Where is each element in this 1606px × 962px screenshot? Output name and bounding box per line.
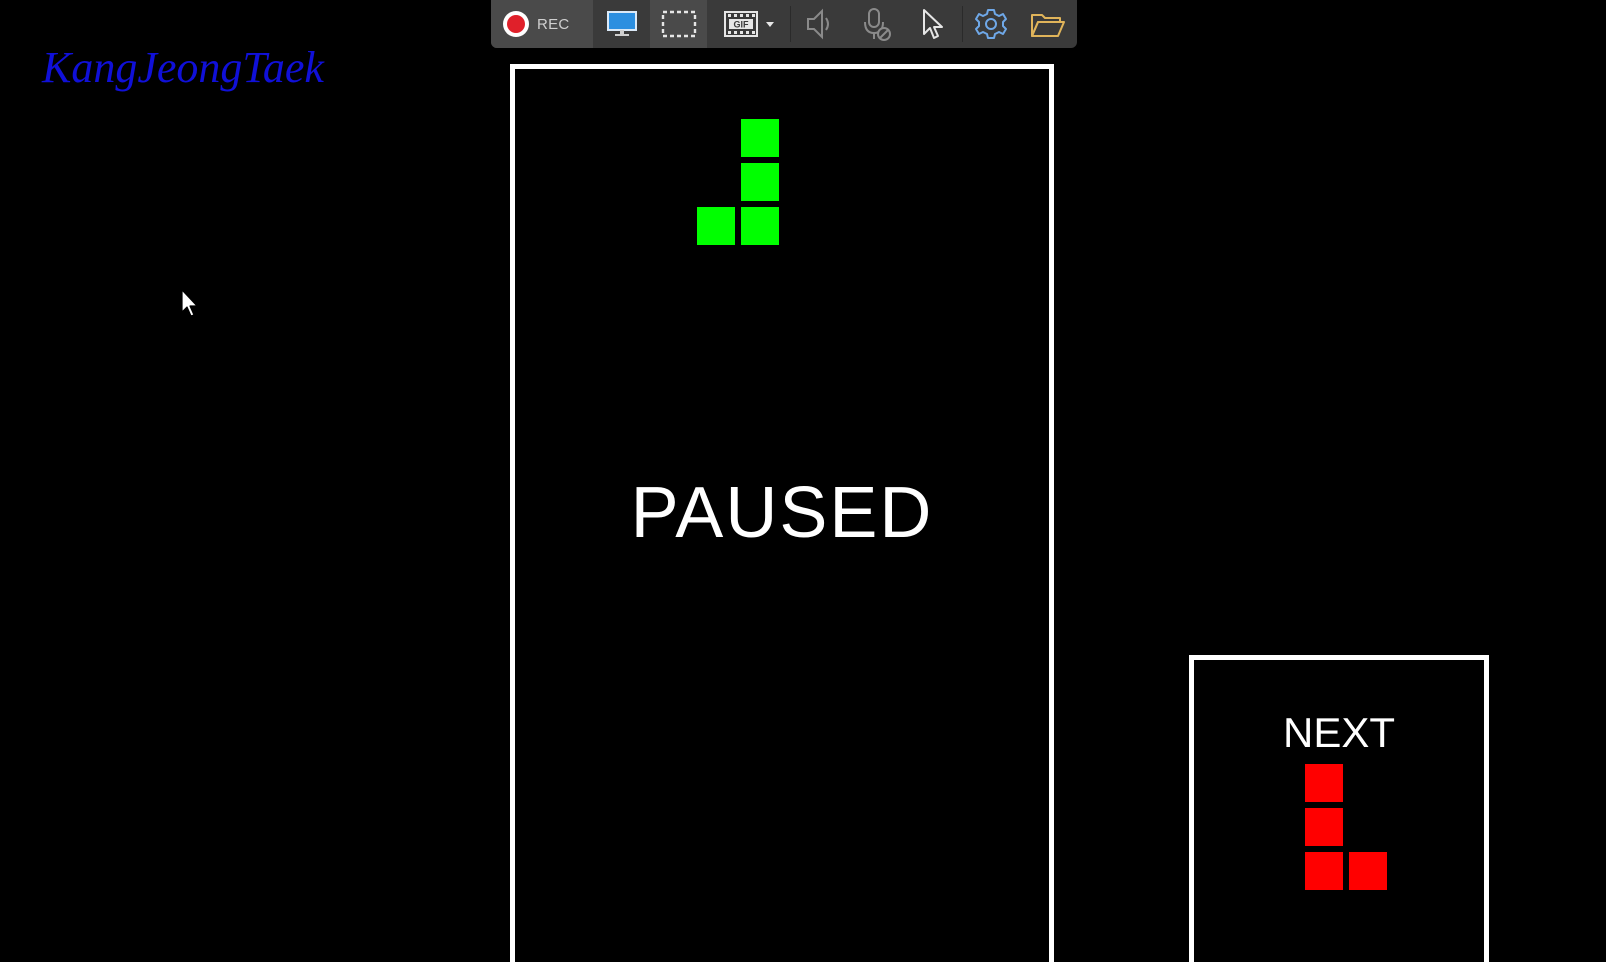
record-label: REC (537, 15, 570, 33)
next-piece-panel: NEXT (1189, 655, 1489, 962)
microphone-muted-icon (864, 8, 892, 41)
gif-film-icon: GIF (723, 11, 758, 37)
author-title: KangJeongTaek (42, 43, 324, 92)
select-area-button[interactable] (650, 0, 708, 48)
next-label: NEXT (1282, 709, 1395, 756)
chevron-down-icon (765, 22, 774, 27)
mouse-cursor-icon (181, 289, 198, 317)
game-window: REC GIF KangJeongTaek PAUSED NEXT (0, 0, 1606, 962)
folder-icon (1031, 14, 1066, 37)
falling-piece-block (741, 207, 779, 245)
next-piece-block (1305, 852, 1343, 890)
microphone-button[interactable] (848, 0, 905, 48)
recorder-toolbar: REC GIF (491, 0, 1077, 48)
paused-status: PAUSED (630, 473, 934, 553)
record-button[interactable]: REC (491, 0, 594, 48)
open-folder-button[interactable] (1020, 0, 1077, 48)
falling-piece-block (741, 163, 779, 201)
settings-button[interactable] (963, 0, 1020, 48)
dashed-rectangle-icon (661, 10, 697, 38)
next-piece-block (1349, 852, 1387, 890)
falling-piece-block (741, 119, 779, 157)
next-piece-block (1305, 808, 1343, 846)
next-piece-block (1305, 764, 1343, 802)
gif-button[interactable]: GIF (707, 0, 790, 48)
pointer-icon (923, 9, 944, 39)
monitor-icon (606, 11, 637, 36)
falling-piece-block (697, 207, 735, 245)
cursor-button[interactable] (905, 0, 962, 48)
gear-icon (975, 9, 1008, 39)
svg-text:GIF: GIF (733, 20, 749, 30)
game-board[interactable]: PAUSED (510, 64, 1054, 962)
record-icon (503, 11, 529, 37)
speaker-button[interactable] (791, 0, 848, 48)
speaker-icon (807, 8, 830, 40)
full-screen-button[interactable] (593, 0, 650, 48)
